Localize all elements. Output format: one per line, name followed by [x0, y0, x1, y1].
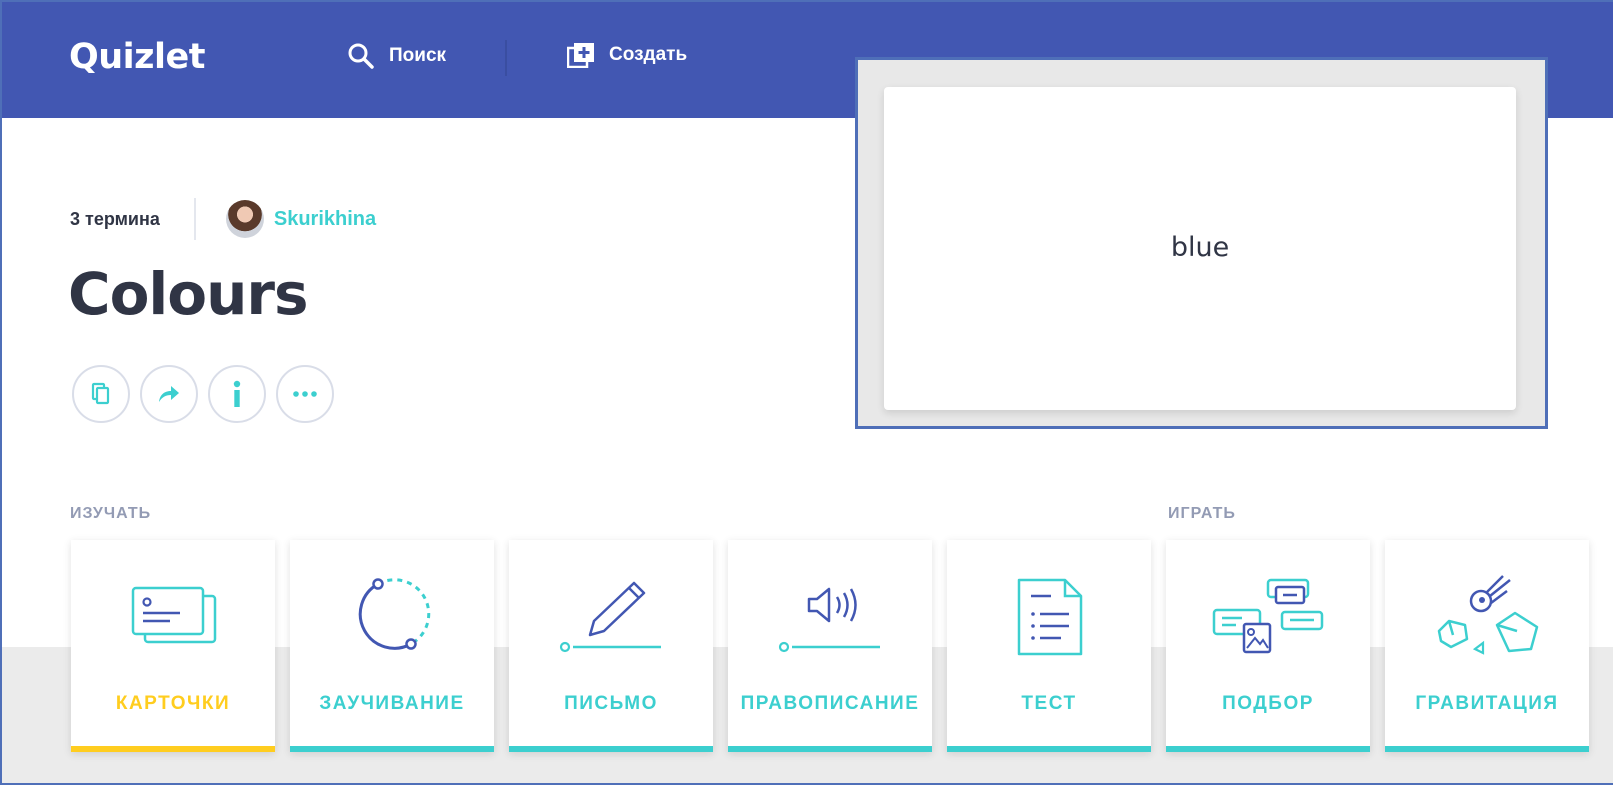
- more-icon: [293, 391, 317, 397]
- app-window: Quizlet Поиск Создать 3 термина Skurikhi…: [0, 0, 1613, 785]
- flashcards-icon: [131, 586, 217, 644]
- set-actions: [72, 365, 344, 423]
- set-meta: 3 термина Skurikhina: [70, 198, 376, 240]
- mode-label: ГРАВИТАЦИЯ: [1415, 693, 1559, 714]
- mode-write[interactable]: ПИСЬМО: [509, 540, 713, 752]
- flashcard-term: blue: [1170, 232, 1230, 263]
- write-icon: [559, 581, 661, 653]
- mode-label: КАРТОЧКИ: [115, 693, 231, 714]
- mode-match[interactable]: ПОДБОР: [1166, 540, 1370, 752]
- flashcard-preview-frame: blue: [855, 57, 1548, 429]
- flashcard-preview[interactable]: blue: [884, 87, 1516, 410]
- test-icon: [1017, 578, 1083, 656]
- search-icon: [348, 43, 374, 69]
- spell-icon: [778, 587, 880, 653]
- play-section-label: ИГРАТЬ: [1168, 505, 1236, 522]
- create-label: Создать: [609, 44, 688, 65]
- mode-spell[interactable]: ПРАВОПИСАНИЕ: [728, 540, 932, 752]
- mode-learn[interactable]: ЗАУЧИВАНИЕ: [290, 540, 494, 752]
- create-button[interactable]: Создать: [567, 42, 687, 68]
- info-button[interactable]: [208, 365, 266, 423]
- meta-divider: [193, 198, 196, 240]
- more-button[interactable]: [276, 365, 334, 423]
- set-title: Colours: [68, 260, 309, 328]
- search-button[interactable]: Поиск: [347, 42, 446, 70]
- search-label: Поиск: [389, 45, 447, 66]
- mode-label: ПОДБОР: [1222, 693, 1314, 714]
- quizlet-logo[interactable]: Quizlet: [69, 37, 206, 77]
- info-icon: [233, 380, 241, 407]
- copy-button[interactable]: [72, 365, 130, 423]
- share-button[interactable]: [140, 365, 198, 423]
- learn-icon: [358, 578, 431, 650]
- match-icon: [1212, 578, 1324, 654]
- mode-flashcards[interactable]: КАРТОЧКИ: [71, 540, 275, 752]
- study-section-label: ИЗУЧАТЬ: [70, 505, 152, 522]
- term-count: 3 термина: [70, 208, 160, 229]
- mode-test[interactable]: ТЕСТ: [947, 540, 1151, 752]
- copy-icon: [91, 382, 110, 405]
- mode-gravity[interactable]: ГРАВИТАЦИЯ: [1385, 540, 1589, 752]
- mode-label: ПРАВОПИСАНИЕ: [740, 693, 920, 714]
- author-link[interactable]: Skurikhina: [274, 208, 376, 231]
- author-avatar[interactable]: [225, 200, 264, 238]
- gravity-icon: [1437, 575, 1539, 655]
- create-icon: [567, 43, 594, 68]
- mode-label: ТЕСТ: [1021, 693, 1077, 714]
- mode-label: ЗАУЧИВАНИЕ: [319, 693, 465, 714]
- nav-divider: [505, 40, 507, 76]
- mode-label: ПИСЬМО: [564, 693, 658, 714]
- share-icon: [159, 386, 179, 402]
